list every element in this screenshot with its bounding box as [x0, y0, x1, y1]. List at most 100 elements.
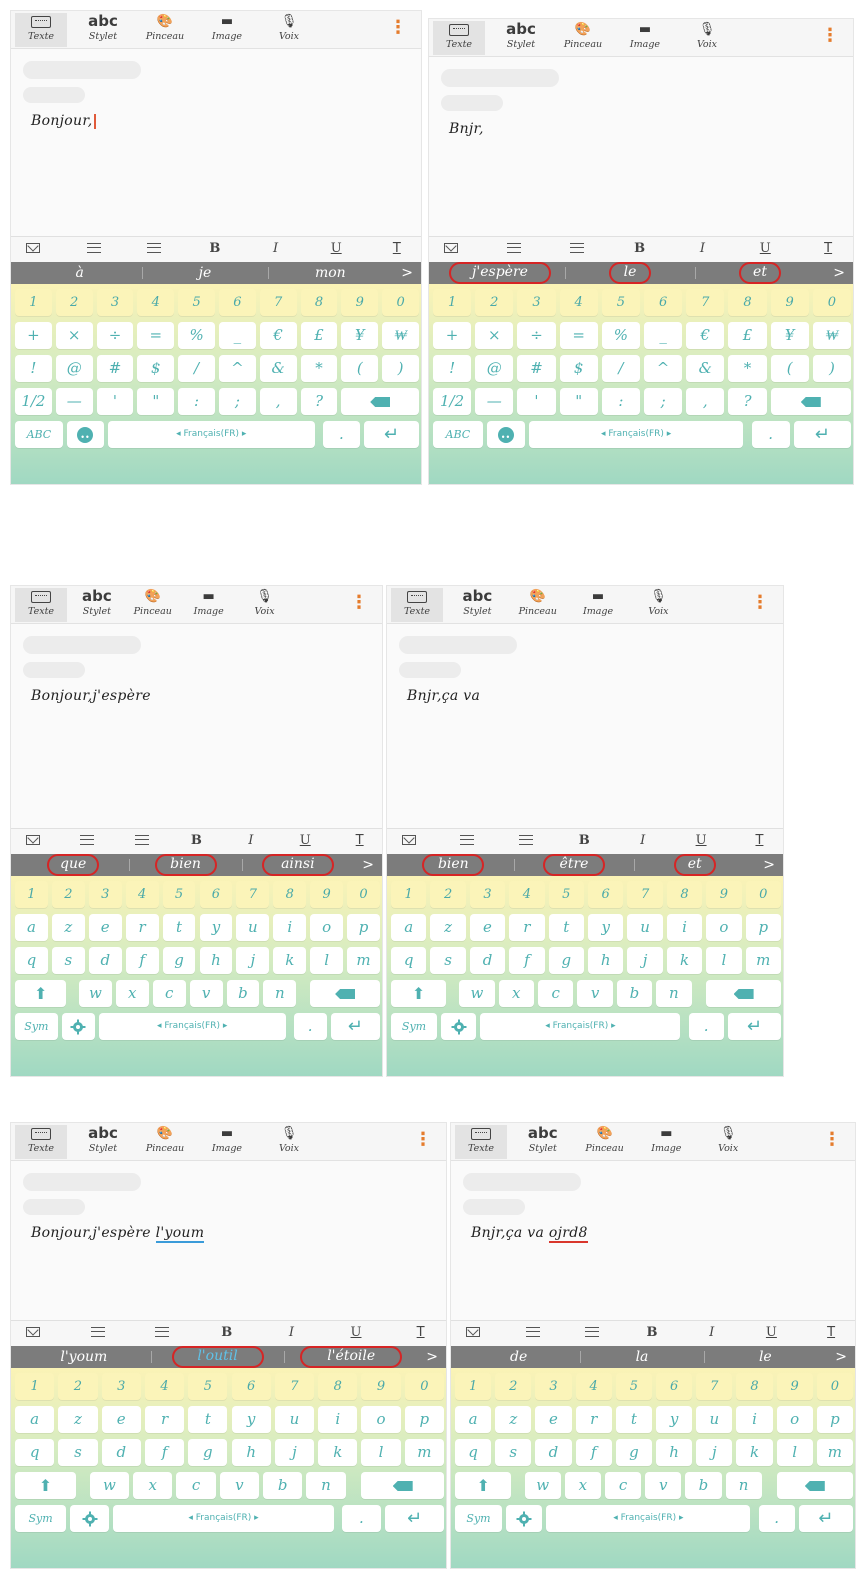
key-h[interactable]: h: [199, 947, 233, 974]
key-i[interactable]: i: [318, 1406, 358, 1433]
underline-button[interactable]: U: [293, 833, 317, 848]
key-9[interactable]: 9: [310, 881, 344, 908]
key-i[interactable]: i: [666, 914, 703, 941]
key-6[interactable]: 6: [219, 289, 256, 316]
underline-button[interactable]: U: [324, 241, 348, 256]
toolbar-tab-texte[interactable]: Texte: [15, 1125, 67, 1159]
underline-button[interactable]: U: [689, 833, 713, 848]
key-q[interactable]: q: [391, 947, 427, 974]
key-e[interactable]: e: [535, 1406, 572, 1433]
toolbar-tab-voix[interactable]: 🎙 Voix: [263, 1125, 315, 1159]
key-f[interactable]: f: [575, 1439, 612, 1466]
suggestion-2[interactable]: la: [621, 1346, 663, 1368]
key-t[interactable]: t: [162, 914, 196, 941]
symbol-key[interactable]: @: [475, 355, 514, 382]
key-y[interactable]: y: [588, 914, 624, 941]
text-style-button[interactable]: T: [385, 241, 409, 256]
suggestion-2[interactable]: je: [184, 262, 226, 284]
symbol-key[interactable]: ,: [259, 388, 297, 415]
key-r[interactable]: r: [144, 1406, 185, 1433]
more-options-icon[interactable]: ⋮: [389, 19, 407, 37]
toolbar-tab-pinceau[interactable]: 🎨 Pinceau: [139, 1125, 191, 1159]
key-7[interactable]: 7: [696, 1373, 733, 1400]
numbered-list-icon[interactable]: [580, 1325, 604, 1341]
abc-mode-key[interactable]: ABC: [15, 421, 63, 448]
key-k[interactable]: k: [318, 1439, 358, 1466]
key-x[interactable]: x: [564, 1472, 601, 1499]
key-3[interactable]: 3: [96, 289, 134, 316]
toolbar-tab-texte[interactable]: Texte: [433, 21, 485, 55]
symbol-key[interactable]: ": [559, 388, 598, 415]
key-c[interactable]: c: [604, 1472, 642, 1499]
key-d[interactable]: d: [101, 1439, 141, 1466]
key-u[interactable]: u: [236, 914, 270, 941]
symbol-key[interactable]: ÷: [96, 322, 134, 349]
key-w[interactable]: w: [524, 1472, 561, 1499]
key-y[interactable]: y: [199, 914, 233, 941]
backspace-key[interactable]: [770, 388, 851, 415]
key-b[interactable]: b: [263, 1472, 303, 1499]
key-9[interactable]: 9: [706, 881, 742, 908]
sym-mode-key[interactable]: Sym: [391, 1013, 438, 1040]
more-options-icon[interactable]: ⋮: [821, 27, 839, 45]
more-options-icon[interactable]: ⋮: [350, 594, 368, 612]
suggestion-1[interactable]: bien: [422, 854, 485, 876]
key-r[interactable]: r: [509, 914, 545, 941]
key-v[interactable]: v: [645, 1472, 682, 1499]
underline-button[interactable]: U: [344, 1325, 368, 1340]
key-l[interactable]: l: [706, 947, 742, 974]
key-n[interactable]: n: [725, 1472, 762, 1499]
key-0[interactable]: 0: [812, 289, 851, 316]
key-2[interactable]: 2: [430, 881, 466, 908]
text-style-button[interactable]: T: [348, 833, 372, 848]
space-key[interactable]: ◂ Français(FR) ▸: [528, 421, 744, 448]
toolbar-tab-image[interactable]: ▬ Image: [183, 588, 235, 622]
numbered-list-icon[interactable]: [142, 241, 166, 257]
key-h[interactable]: h: [231, 1439, 271, 1466]
key-0[interactable]: 0: [382, 289, 419, 316]
bullet-list-icon[interactable]: [521, 1325, 545, 1341]
symbol-key[interactable]: #: [96, 355, 134, 382]
symbol-key[interactable]: ;: [219, 388, 256, 415]
toolbar-tab-voix[interactable]: 🎙 Voix: [702, 1125, 754, 1159]
key-6[interactable]: 6: [231, 1373, 271, 1400]
symbol-key[interactable]: !: [15, 355, 52, 382]
bold-button[interactable]: B: [572, 833, 596, 848]
symbol-key[interactable]: =: [559, 322, 598, 349]
symbol-key[interactable]: :: [601, 388, 640, 415]
key-k[interactable]: k: [273, 947, 307, 974]
key-w[interactable]: w: [89, 1472, 130, 1499]
key-p[interactable]: p: [816, 1406, 853, 1433]
key-7[interactable]: 7: [627, 881, 663, 908]
symbol-key[interactable]: ₩: [812, 322, 851, 349]
key-9[interactable]: 9: [361, 1373, 401, 1400]
period-key[interactable]: .: [341, 1505, 382, 1532]
settings-key[interactable]: [61, 1013, 95, 1040]
settings-key[interactable]: [70, 1505, 110, 1532]
key-4[interactable]: 4: [137, 289, 175, 316]
enter-key[interactable]: ↵: [330, 1013, 380, 1040]
key-u[interactable]: u: [696, 1406, 733, 1433]
key-g[interactable]: g: [188, 1439, 228, 1466]
suggestion-3[interactable]: le: [744, 1346, 786, 1368]
symbol-key[interactable]: €: [259, 322, 297, 349]
key-0[interactable]: 0: [347, 881, 380, 908]
symbol-key[interactable]: _: [644, 322, 683, 349]
key-2[interactable]: 2: [58, 1373, 98, 1400]
sym-mode-key[interactable]: Sym: [15, 1013, 58, 1040]
key-q[interactable]: q: [15, 947, 48, 974]
key-k[interactable]: k: [736, 1439, 773, 1466]
key-x[interactable]: x: [115, 980, 149, 1007]
symbol-key[interactable]: £: [300, 322, 338, 349]
key-7[interactable]: 7: [259, 289, 297, 316]
toolbar-tab-stylet[interactable]: abc Stylet: [77, 1125, 129, 1159]
key-a[interactable]: a: [15, 1406, 55, 1433]
key-7[interactable]: 7: [686, 289, 725, 316]
key-c[interactable]: c: [537, 980, 574, 1007]
suggestion-2[interactable]: bien: [154, 854, 217, 876]
toolbar-tab-stylet[interactable]: abc Stylet: [517, 1125, 569, 1159]
key-m[interactable]: m: [347, 947, 380, 974]
key-1[interactable]: 1: [391, 881, 427, 908]
symbol-key[interactable]: ¥: [770, 322, 809, 349]
bold-button[interactable]: B: [184, 833, 208, 848]
